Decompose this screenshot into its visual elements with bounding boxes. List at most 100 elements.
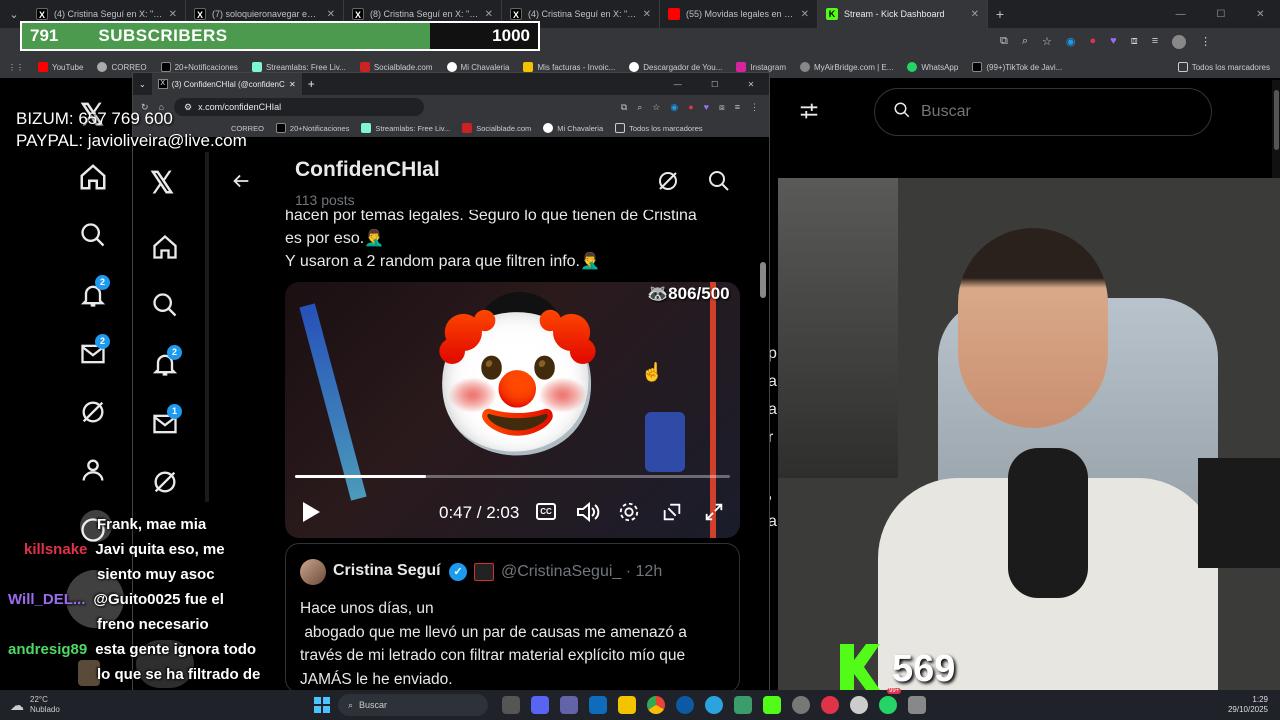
bookmark[interactable]: Socialblade.com — [359, 62, 433, 72]
bookmark[interactable]: Mi Chavaleria — [543, 123, 603, 133]
star-icon[interactable]: ☆ — [652, 102, 660, 113]
inner-browser-tab[interactable]: X (3) ConfidenCHIal (@confidenC ✕ — [151, 73, 302, 95]
close-icon[interactable]: ✕ — [485, 9, 493, 20]
star-icon[interactable]: ☆ — [1042, 35, 1052, 49]
app-icon[interactable] — [850, 696, 868, 714]
grok-icon[interactable] — [656, 169, 680, 198]
search-icon[interactable] — [79, 221, 107, 254]
extension-icon[interactable]: ● — [688, 102, 693, 113]
video-player[interactable]: 🤡 🦝806/500 0:47 / 2:03 CC — [285, 282, 740, 538]
zoom-icon[interactable]: ⌕ — [1022, 35, 1028, 49]
grok-icon[interactable] — [79, 398, 107, 431]
extension-icon[interactable]: ● — [1090, 35, 1097, 49]
all-bookmarks[interactable]: Todos los marcadores — [1177, 62, 1270, 72]
bookmark[interactable]: Mis facturas - Invoic... — [523, 62, 615, 72]
app-icon[interactable] — [763, 696, 781, 714]
bookmark[interactable]: Streamlabs: Free Liv... — [251, 62, 346, 72]
teams-icon[interactable] — [560, 696, 578, 714]
tab-list-icon[interactable]: ⌄ — [139, 80, 146, 89]
grok-icon[interactable] — [151, 468, 179, 501]
bookmark[interactable]: YouTube — [38, 62, 83, 72]
minimize-icon[interactable]: — — [1175, 9, 1185, 20]
bookmark[interactable]: (99+)TikTok de Javi... — [972, 62, 1062, 72]
home-icon[interactable] — [151, 233, 179, 266]
new-tab-button[interactable]: + — [308, 77, 315, 91]
extension-icon[interactable]: ◉ — [670, 102, 678, 113]
system-clock[interactable]: 1:29 29/10/2025 — [1228, 695, 1280, 715]
browser-tab[interactable]: (55) Movidas legales en Maced✕ — [660, 0, 818, 28]
maximize-icon[interactable]: ☐ — [711, 80, 718, 89]
bookmark[interactable]: 20+Notificaciones — [275, 123, 349, 133]
bookmark[interactable]: CORREO — [97, 62, 147, 72]
bookmark[interactable]: Streamlabs: Free Liv... — [361, 123, 450, 133]
app-icon[interactable] — [821, 696, 839, 714]
close-icon[interactable]: ✕ — [169, 9, 177, 20]
close-icon[interactable]: ✕ — [971, 9, 979, 20]
chrome-icon[interactable] — [647, 696, 665, 714]
app-icon[interactable] — [908, 696, 926, 714]
extensions-icon[interactable]: ⧈ — [719, 102, 725, 113]
avatar[interactable] — [300, 559, 326, 585]
window-controls[interactable]: — ☐ ✕ — [1160, 9, 1280, 20]
search-icon[interactable] — [707, 169, 731, 198]
browser-tab-active[interactable]: K Stream - Kick Dashboard ✕ — [818, 0, 988, 28]
task-view-icon[interactable] — [502, 696, 520, 714]
new-tab-button[interactable]: + — [988, 6, 1012, 22]
apps-icon[interactable]: ⋮⋮ — [8, 63, 24, 72]
menu-icon[interactable]: ≡ — [735, 102, 740, 113]
bookmark[interactable]: WhatsApp — [907, 62, 958, 72]
bookmark[interactable]: MyAirBridge.com | E... — [799, 62, 893, 72]
settings-gear-icon[interactable] — [618, 501, 640, 528]
taskbar-search[interactable]: ⌕ Buscar — [338, 694, 488, 716]
extension-icon[interactable]: ◉ — [1066, 35, 1076, 49]
search-icon[interactable] — [151, 291, 179, 324]
toolbar-icons[interactable]: ⧉ ⌕ ☆ ◉ ● ♥ ⧈ ≡ ⋮ — [621, 102, 769, 113]
close-window-icon[interactable]: ✕ — [748, 80, 755, 89]
more-icon[interactable]: ⋮ — [750, 102, 759, 113]
close-window-icon[interactable]: ✕ — [1256, 9, 1264, 20]
more-icon[interactable]: ⋮ — [1200, 35, 1211, 49]
extension-icon[interactable]: ♥ — [704, 102, 709, 113]
extensions-icon[interactable]: ⧈ — [1131, 35, 1138, 49]
app-icon[interactable] — [792, 696, 810, 714]
x-logo-icon[interactable]: 𝕏 — [150, 166, 174, 201]
weather-widget[interactable]: ☁ 22°C Nublado — [0, 695, 200, 715]
menu-icon[interactable]: ≡ — [1152, 35, 1158, 49]
minimize-icon[interactable]: — — [674, 80, 682, 89]
window-controls[interactable]: — ☐ ✕ — [659, 80, 769, 89]
bookmark[interactable]: Socialblade.com — [462, 123, 531, 133]
bookmark[interactable]: Descargador de You... — [629, 62, 722, 72]
close-icon[interactable]: ✕ — [801, 9, 809, 20]
outlook-icon[interactable] — [589, 696, 607, 714]
toolbar-icons[interactable]: ⧉ ⌕ ☆ ◉ ● ♥ ⧈ ≡ ⋮ — [1000, 35, 1211, 49]
close-icon[interactable]: ✕ — [289, 80, 296, 89]
profile-icon[interactable] — [79, 456, 107, 489]
volume-icon[interactable] — [576, 501, 600, 528]
start-button[interactable] — [200, 697, 334, 713]
telegram-icon[interactable] — [705, 696, 723, 714]
discord-icon[interactable] — [531, 696, 549, 714]
tab-list-icon[interactable]: ⌄ — [0, 8, 28, 21]
quoted-author-name[interactable]: Cristina Seguí — [333, 562, 441, 580]
home-icon[interactable] — [78, 162, 108, 197]
back-arrow-icon[interactable] — [230, 170, 252, 197]
file-explorer-icon[interactable] — [618, 696, 636, 714]
filters-icon[interactable] — [798, 100, 820, 127]
pip-icon[interactable] — [661, 501, 683, 528]
close-icon[interactable]: ✕ — [643, 9, 651, 20]
maximize-icon[interactable]: ☐ — [1216, 9, 1225, 20]
fullscreen-icon[interactable] — [703, 501, 725, 528]
extension-icon[interactable]: ♥ — [1110, 35, 1117, 49]
all-bookmarks[interactable]: Todos los marcadores — [615, 123, 703, 133]
app-icon[interactable] — [734, 696, 752, 714]
avatar[interactable] — [1172, 35, 1187, 49]
close-icon[interactable]: ✕ — [327, 9, 335, 20]
x-search-box[interactable]: Buscar — [874, 88, 1212, 136]
install-icon[interactable]: ⧉ — [1000, 35, 1008, 49]
edge-icon[interactable] — [676, 696, 694, 714]
install-icon[interactable]: ⧉ — [621, 102, 627, 113]
bookmark[interactable]: Mi Chavaleria — [446, 62, 509, 72]
zoom-icon[interactable]: ⌕ — [637, 102, 642, 113]
video-progress-track[interactable] — [295, 475, 730, 478]
bookmark[interactable]: 20+Notificaciones — [160, 62, 238, 72]
